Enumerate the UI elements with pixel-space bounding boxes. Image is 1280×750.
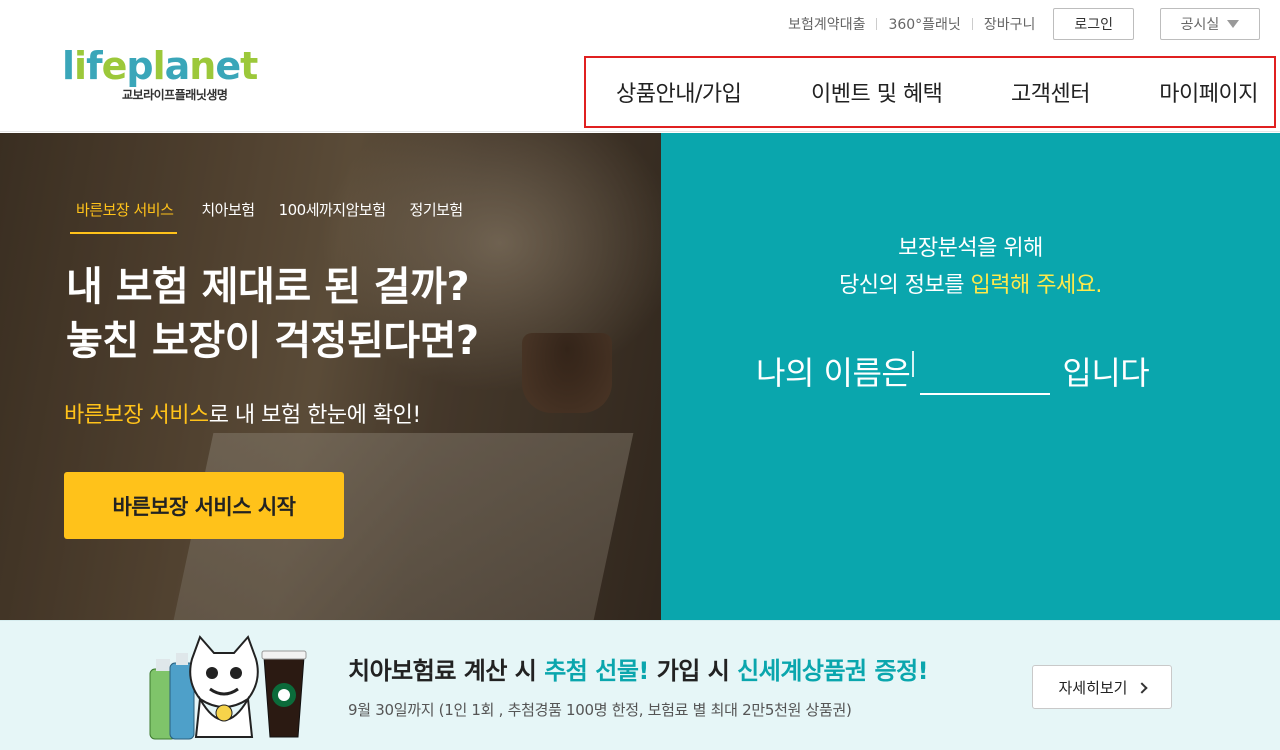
hero-subtitle-rest: 로 내 보험 한눈에 확인! xyxy=(208,403,421,428)
hero-title-line2: 놓친 보장이 걱정된다면? xyxy=(66,318,479,364)
banner-title-part1: 치아보험료 계산 시 xyxy=(348,657,545,685)
logo-letter: e xyxy=(215,44,241,88)
start-service-button[interactable]: 바른보장 서비스 시작 xyxy=(64,472,344,539)
logo-wordmark: lifeplanet xyxy=(62,44,262,88)
tab-term-insurance[interactable]: 정기보험 xyxy=(410,199,464,234)
hero-title-line1: 내 보험 제대로 된 걸까? xyxy=(66,264,470,310)
tab-cancer-insurance[interactable]: 100세까지암보험 xyxy=(279,199,386,234)
text-cursor xyxy=(912,351,915,377)
site-header: lifeplanet 교보라이프플래닛생명 보험계약대출 360°플래닛 장바구… xyxy=(0,0,1280,132)
name-prefix-label: 나의 이름은 xyxy=(756,354,911,392)
logo-letter: l xyxy=(152,44,166,88)
name-input-row: 나의 이름은 입니다 xyxy=(756,351,1150,395)
form-subheading-prefix: 당신의 정보를 xyxy=(839,273,971,298)
caret-down-icon xyxy=(1227,20,1240,28)
login-button[interactable]: 로그인 xyxy=(1053,8,1134,40)
nav-item-customer-center[interactable]: 고객센터 xyxy=(1011,76,1090,108)
hero-promo: 바른보장 서비스 치아보험 100세까지암보험 정기보험 내 보험 제대로 된 … xyxy=(0,133,661,620)
nav-item-mypage[interactable]: 마이페이지 xyxy=(1159,76,1258,108)
logo-letter: l xyxy=(62,44,75,88)
util-divider xyxy=(876,18,878,30)
hero-title: 내 보험 제대로 된 걸까? 놓친 보장이 걱정된다면? xyxy=(66,260,479,368)
banner-title-part2: 추첨 선물! xyxy=(544,657,649,685)
notice-dropdown-label: 공시실 xyxy=(1180,17,1220,33)
form-heading: 보장분석을 위해 xyxy=(898,236,1043,261)
util-link-loan[interactable]: 보험계약대출 xyxy=(788,14,865,34)
main-nav: 상품안내/가입 이벤트 및 혜택 고객센터 마이페이지 xyxy=(584,56,1276,128)
tab-dental-insurance[interactable]: 치아보험 xyxy=(201,199,255,234)
banner-title-part3: 가입 시 xyxy=(648,657,738,685)
view-details-button[interactable]: 자세히보기 xyxy=(1032,665,1172,709)
form-subheading: 당신의 정보를 입력해 주세요. xyxy=(661,267,1280,299)
name-input[interactable] xyxy=(920,355,1051,395)
hero-subtitle: 바른보장 서비스로 내 보험 한눈에 확인! xyxy=(64,397,421,429)
name-input-wrap xyxy=(910,351,1062,395)
event-banner: 치아보험료 계산 시 추첨 선물! 가입 시 신세계상품권 증정! 9월 30일… xyxy=(0,620,1280,750)
form-subheading-highlight: 입력해 주세요. xyxy=(970,273,1103,298)
coverage-analysis-form: 보장분석을 위해 당신의 정보를 입력해 주세요. 나의 이름은 입니다 xyxy=(661,133,1280,620)
tab-barun-service[interactable]: 바른보장 서비스 xyxy=(70,199,178,234)
logo-letter: f xyxy=(86,44,103,88)
banner-title-part4: 신세계상품권 증정! xyxy=(737,657,929,685)
logo-letter: p xyxy=(126,44,153,88)
util-divider xyxy=(971,18,973,30)
chevron-right-icon xyxy=(1135,681,1148,694)
logo-subtitle: 교보라이프플래닛생명 xyxy=(122,88,228,102)
logo[interactable]: lifeplanet 교보라이프플래닛생명 xyxy=(62,44,262,108)
banner-title: 치아보험료 계산 시 추첨 선물! 가입 시 신세계상품권 증정! xyxy=(348,651,929,686)
banner-description: 9월 30일까지 (1인 1회 , 추첨경품 100명 한정, 보험료 별 최대… xyxy=(348,701,852,719)
logo-letter: t xyxy=(240,44,258,88)
notice-dropdown[interactable]: 공시실 xyxy=(1160,8,1260,40)
nav-item-products[interactable]: 상품안내/가입 xyxy=(616,76,742,108)
name-suffix-label: 입니다 xyxy=(1062,354,1150,392)
logo-letter: n xyxy=(189,44,216,88)
mascot-gift-illustration xyxy=(149,635,307,740)
nav-item-events[interactable]: 이벤트 및 혜택 xyxy=(811,76,943,108)
hero-tabs: 바른보장 서비스 치아보험 100세까지암보험 정기보험 xyxy=(70,199,463,234)
logo-letter: a xyxy=(164,44,191,88)
utility-nav: 보험계약대출 360°플래닛 장바구니 로그인 공시실 xyxy=(788,8,1260,40)
view-details-label: 자세히보기 xyxy=(1058,678,1128,697)
hero-subtitle-highlight: 바른보장 서비스 xyxy=(64,403,209,428)
logo-letter: i xyxy=(74,44,87,88)
logo-letter: e xyxy=(101,44,128,88)
util-link-cart[interactable]: 장바구니 xyxy=(984,14,1036,34)
util-link-360planet[interactable]: 360°플래닛 xyxy=(888,14,960,34)
